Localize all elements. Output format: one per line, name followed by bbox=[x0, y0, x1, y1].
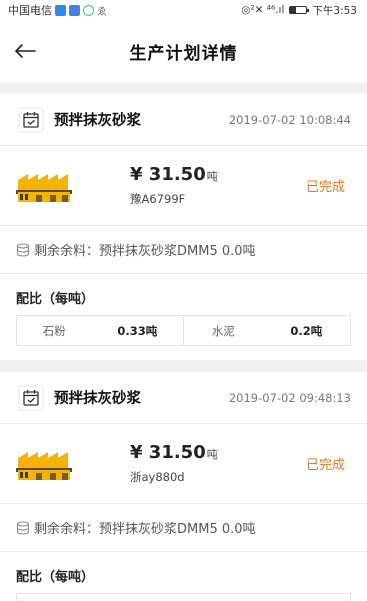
vehicle-plate: 豫A6799F bbox=[130, 192, 186, 206]
order-card-header: 预拌抹灰砂浆 2019-07-02 09:48:13 bbox=[0, 372, 367, 424]
product-name: 预拌抹灰砂浆 bbox=[54, 391, 141, 407]
app-notification-icon bbox=[55, 4, 66, 16]
remaining-value: 预拌抹灰砂浆DMM5 0.0吨 bbox=[99, 244, 256, 259]
ratio-title: 配比（每吨） bbox=[16, 570, 95, 585]
calendar-icon bbox=[16, 105, 46, 135]
vehicle-plate: 浙ay880d bbox=[130, 470, 185, 484]
order-time: 2019-07-02 10:08:44 bbox=[228, 112, 351, 127]
price-unit: 吨 bbox=[206, 448, 218, 461]
card-padding bbox=[0, 346, 367, 360]
ratio-title: 配比（每吨） bbox=[16, 292, 95, 307]
ratio-material-value: 0.2吨 bbox=[290, 323, 323, 338]
navbar: 生产计划详情 bbox=[0, 20, 367, 82]
remaining-label: 剩余余料： bbox=[34, 522, 100, 537]
ratio-material-name: 石粉 bbox=[42, 323, 66, 338]
price: ¥ 31.50吨 bbox=[130, 442, 306, 463]
clock: 下午3:53 bbox=[312, 4, 357, 17]
back-arrow-icon bbox=[15, 44, 36, 58]
order-info-row[interactable]: ¥ 31.50吨 浙ay880d 已完成 bbox=[0, 424, 367, 504]
remaining-material-row: 剩余余料： 预拌抹灰砂浆DMM5 0.0吨 bbox=[0, 226, 367, 274]
price-block: ¥ 31.50吨 浙ay880d bbox=[130, 442, 306, 485]
ratio-cell: 水泥 0.2吨 bbox=[183, 316, 350, 345]
app-notification-icon bbox=[83, 4, 94, 16]
section-gap bbox=[0, 82, 367, 94]
order-card: 预拌抹灰砂浆 2019-07-02 10:08:44 ¥ 31.50吨 豫A67… bbox=[0, 94, 367, 360]
bell-notification-icon: ゑ bbox=[97, 6, 107, 18]
ratio-material-value: 0.33吨 bbox=[117, 323, 158, 338]
ratio-material-name: 水泥 bbox=[211, 323, 235, 338]
price-unit: 吨 bbox=[206, 170, 218, 183]
database-icon bbox=[16, 242, 30, 257]
carrier-label: 中国电信 bbox=[8, 4, 52, 17]
factory-icon bbox=[16, 451, 72, 480]
ratio-cell: 石粉 0.33吨 bbox=[17, 316, 183, 345]
status-badge: 已完成 bbox=[305, 180, 345, 195]
remaining-label: 剩余余料： bbox=[34, 244, 100, 259]
signal-indicators: ◎²✕ ⁴⁶.ıl bbox=[241, 4, 285, 16]
order-info-row[interactable]: ¥ 31.50吨 豫A6799F 已完成 bbox=[0, 146, 367, 226]
status-left: 中国电信 ゑ bbox=[8, 2, 107, 18]
battery-icon bbox=[289, 6, 310, 14]
price: ¥ 31.50吨 bbox=[130, 164, 306, 185]
price-value: ¥ 31.50 bbox=[130, 442, 206, 463]
status-right: ◎²✕ ⁴⁶.ıl 下午3:53 bbox=[241, 3, 357, 18]
ratio-table bbox=[16, 593, 351, 601]
app-notification-icon bbox=[69, 4, 80, 16]
factory-icon bbox=[16, 173, 72, 202]
status-badge: 已完成 bbox=[305, 458, 345, 473]
price-value: ¥ 31.50 bbox=[130, 164, 206, 185]
order-time: 2019-07-02 09:48:13 bbox=[228, 390, 351, 405]
order-card: 预拌抹灰砂浆 2019-07-02 09:48:13 ¥ 31.50吨 浙ay8… bbox=[0, 372, 367, 601]
order-card-header: 预拌抹灰砂浆 2019-07-02 10:08:44 bbox=[0, 94, 367, 146]
page-title: 生产计划详情 bbox=[129, 43, 238, 64]
calendar-icon bbox=[16, 383, 46, 413]
section-gap bbox=[0, 360, 367, 372]
product-name: 预拌抹灰砂浆 bbox=[54, 113, 141, 129]
ratio-table: 石粉 0.33吨 水泥 0.2吨 bbox=[16, 315, 351, 346]
remaining-material-row: 剩余余料： 预拌抹灰砂浆DMM5 0.0吨 bbox=[0, 504, 367, 552]
status-bar: 中国电信 ゑ ◎²✕ ⁴⁶.ıl 下午3:53 bbox=[0, 0, 367, 20]
price-block: ¥ 31.50吨 豫A6799F bbox=[130, 164, 306, 207]
back-button[interactable] bbox=[10, 38, 40, 64]
remaining-value: 预拌抹灰砂浆DMM5 0.0吨 bbox=[99, 522, 256, 537]
database-icon bbox=[16, 520, 30, 535]
